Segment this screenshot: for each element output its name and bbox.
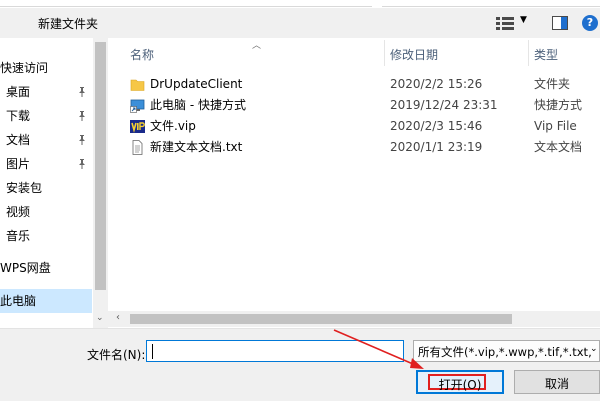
nav-item-label: 音乐 <box>6 229 31 243</box>
file-row[interactable]: 此电脑 - 快捷方式 2019/12/24 23:31 快捷方式 <box>128 95 600 116</box>
nav-item-label: WPS网盘 <box>0 261 51 275</box>
column-header-name[interactable]: 名称 <box>130 46 154 63</box>
preview-pane-icon[interactable] <box>552 16 568 30</box>
nav-item-downloads[interactable]: 下载 <box>0 105 93 127</box>
file-date: 2019/12/24 23:31 <box>390 98 498 112</box>
help-icon[interactable]: ? <box>582 15 598 31</box>
nav-item-label: 桌面 <box>6 85 31 99</box>
nav-item-label: 此电脑 <box>0 294 37 308</box>
folder-icon <box>130 79 145 91</box>
file-row[interactable]: DrUpdateClient 2020/2/2 15:26 文件夹 <box>128 74 600 95</box>
nav-item-wps-cloud[interactable]: WPS网盘 <box>0 257 93 279</box>
dialog-footer: 文件名(N): 所有文件(*.vip,*.wwp,*.tif,*.txt, ⌄ … <box>0 328 600 401</box>
column-header-type[interactable]: 类型 <box>534 46 558 63</box>
address-bar-edge <box>0 0 600 7</box>
file-row[interactable]: 文件.vip 2020/2/3 15:46 Vip File <box>128 116 600 137</box>
nav-scrollbar[interactable] <box>93 38 108 328</box>
chevron-left-icon[interactable]: ‹ <box>116 312 120 323</box>
column-separator[interactable] <box>384 40 385 66</box>
nav-item-label: 视频 <box>6 205 31 219</box>
nav-item-documents[interactable]: 文档 <box>0 129 93 151</box>
filename-input[interactable] <box>146 340 404 362</box>
sort-ascending-icon: ︿ <box>252 41 262 51</box>
nav-item-videos[interactable]: 视频 <box>0 201 93 223</box>
file-row[interactable]: 新建文本文档.txt 2020/1/1 23:19 文本文档 <box>128 137 600 158</box>
nav-item-desktop[interactable]: 桌面 <box>0 81 93 103</box>
column-header-date[interactable]: 修改日期 <box>390 46 438 63</box>
pin-icon <box>79 111 85 121</box>
file-type: 文件夹 <box>534 77 571 91</box>
pin-icon <box>79 159 85 169</box>
cancel-button[interactable]: 取消 <box>514 370 600 394</box>
open-button[interactable]: 打开(O) <box>416 370 504 394</box>
nav-item-label: 下载 <box>6 109 31 123</box>
horizontal-scrollbar-thumb[interactable] <box>130 314 512 324</box>
file-name: 此电脑 - 快捷方式 <box>150 98 246 112</box>
nav-item-installers[interactable]: 安装包 <box>0 177 93 199</box>
pin-icon <box>79 135 85 145</box>
filename-label: 文件名(N): <box>87 348 146 362</box>
nav-item-music[interactable]: 音乐 <box>0 225 93 247</box>
horizontal-scrollbar[interactable]: ‹ <box>108 311 600 327</box>
cancel-button-label: 取消 <box>544 377 569 391</box>
nav-item-label: 快速访问 <box>0 61 49 75</box>
open-button-label: 打开(O) <box>438 378 482 392</box>
new-folder-button[interactable]: 新建文件夹 <box>38 15 98 32</box>
text-file-icon <box>132 140 143 155</box>
nav-item-label: 安装包 <box>6 181 43 195</box>
file-name: DrUpdateClient <box>150 77 243 91</box>
toolbar: 新建文件夹 ▼ ? <box>0 8 600 39</box>
column-separator[interactable] <box>528 40 529 66</box>
vip-file-icon <box>130 120 145 133</box>
nav-scrollbar-thumb[interactable] <box>95 42 106 290</box>
nav-item-this-pc[interactable]: 此电脑 <box>0 290 93 312</box>
file-name: 新建文本文档.txt <box>150 140 243 154</box>
file-date: 2020/2/3 15:46 <box>390 119 483 133</box>
navigation-pane: 快速访问 桌面 下载 文档 图片 安装包 视频 音乐 WPS网盘 此电脑 <box>0 38 93 328</box>
file-list: ︿ 名称 修改日期 类型 DrUpdateClient 2020/2/2 15:… <box>108 38 600 328</box>
shortcut-icon <box>130 99 145 113</box>
nav-item-quick-access[interactable]: 快速访问 <box>0 57 93 79</box>
file-name: 文件.vip <box>150 119 196 133</box>
nav-item-pictures[interactable]: 图片 <box>0 153 93 175</box>
filetype-select[interactable]: 所有文件(*.vip,*.wwp,*.tif,*.txt, ⌄ <box>413 340 600 362</box>
file-type: 文本文档 <box>534 140 583 154</box>
pin-icon <box>79 87 85 97</box>
file-date: 2020/2/2 15:26 <box>390 77 483 91</box>
nav-item-label: 文档 <box>6 133 31 147</box>
chevron-down-icon[interactable]: ▼ <box>520 15 527 25</box>
chevron-down-icon[interactable]: ⌄ <box>96 313 104 323</box>
file-type: Vip File <box>534 119 577 133</box>
filetype-selected-value: 所有文件(*.vip,*.wwp,*.tif,*.txt, <box>418 345 592 359</box>
file-type: 快捷方式 <box>534 98 583 112</box>
text-caret <box>152 344 153 359</box>
file-date: 2020/1/1 23:19 <box>390 140 483 154</box>
view-options-icon[interactable] <box>496 16 514 30</box>
nav-item-label: 图片 <box>6 157 31 171</box>
chevron-down-icon: ⌄ <box>590 344 598 354</box>
